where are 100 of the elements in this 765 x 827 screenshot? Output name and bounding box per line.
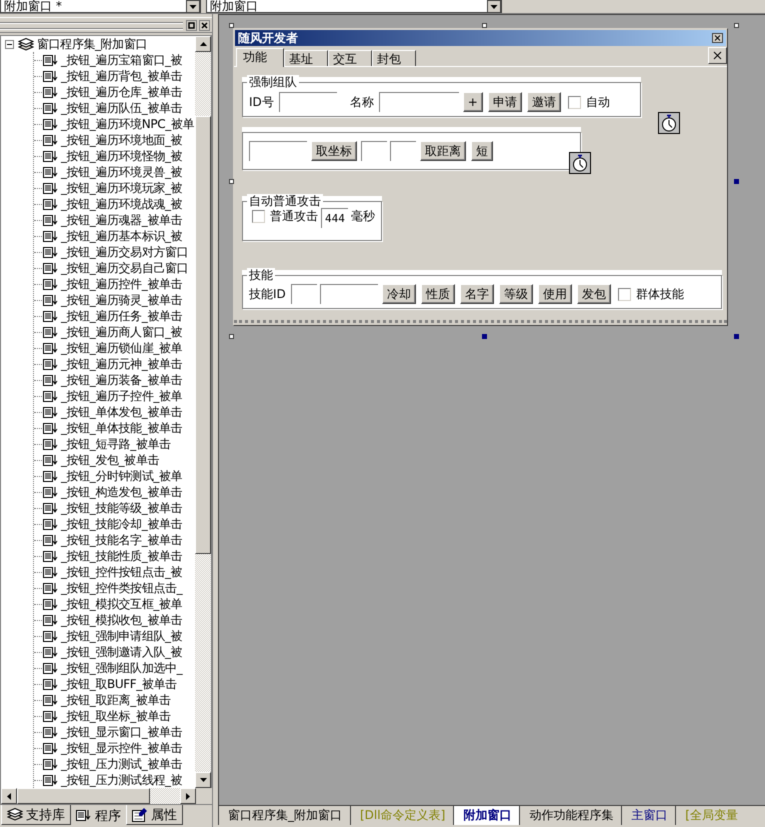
close-button[interactable] — [708, 47, 727, 64]
collapse-icon[interactable] — [5, 40, 14, 48]
tree-item[interactable]: _按钮_遍历骑灵_被单击 — [61, 292, 182, 308]
tree-item[interactable]: _按钮_单体发包_被单击 — [61, 404, 182, 420]
tree-item[interactable]: _按钮_遍历仓库_被单击 — [61, 84, 182, 100]
tree-item[interactable]: _按钮_遍历环境NPC_被单 — [61, 116, 194, 132]
button[interactable]: 发包 — [576, 284, 611, 304]
tree-item[interactable]: _按钮_技能性质_被单击 — [61, 548, 182, 564]
button[interactable]: 邀请 — [526, 92, 561, 112]
tree-item[interactable]: _按钮_压力测试线程_被 — [61, 772, 182, 788]
tree-item[interactable]: _按钮_模拟收包_被单击 — [61, 612, 182, 628]
tab[interactable]: 功能 — [236, 48, 284, 67]
dropdown-icon[interactable] — [487, 0, 501, 12]
tree-item[interactable]: _按钮_遍历魂器_被单击 — [61, 212, 182, 228]
tree-item[interactable]: _按钮_强制邀请入队_被 — [61, 644, 182, 660]
button[interactable]: 短 — [471, 141, 493, 161]
tree-item[interactable]: _按钮_控件类按钮点击_ — [61, 580, 182, 596]
resize-handle[interactable] — [229, 23, 234, 28]
checkbox[interactable] — [568, 96, 581, 108]
tree-item[interactable]: _按钮_压力测试_被单击 — [61, 756, 182, 772]
button[interactable]: 名字 — [460, 284, 494, 304]
resize-handle[interactable] — [482, 334, 487, 339]
button[interactable]: 使用 — [538, 284, 572, 304]
tree-item[interactable]: _按钮_遍历控件_被单击 — [61, 276, 182, 292]
scroll-down-button[interactable] — [195, 772, 211, 788]
window-combo[interactable]: 附加窗口 — [206, 0, 502, 13]
tree-item[interactable]: _按钮_遍历环境灵兽_被 — [61, 164, 182, 180]
scroll-left-button[interactable] — [1, 788, 17, 804]
editor-tab[interactable]: 附加窗口 — [453, 806, 520, 825]
close-icon[interactable] — [712, 33, 723, 43]
tree-item[interactable]: _按钮_遍历锁仙崖_被单 — [61, 340, 182, 356]
horizontal-scrollbar[interactable] — [0, 788, 196, 804]
scroll-right-button[interactable] — [180, 788, 196, 804]
resize-handle[interactable] — [229, 179, 234, 184]
tree-item[interactable]: _按钮_遍历元神_被单击 — [61, 356, 182, 372]
scroll-thumb[interactable] — [195, 116, 211, 554]
button[interactable]: 取坐标 — [311, 141, 357, 161]
tree-item[interactable]: _按钮_单体技能_被单击 — [61, 420, 182, 436]
resize-handle[interactable] — [734, 23, 739, 28]
tab[interactable]: 基址 — [284, 50, 328, 66]
tree-item[interactable]: _按钮_遍历队伍_被单击 — [61, 100, 182, 116]
vertical-scrollbar[interactable] — [195, 36, 211, 788]
tree-item[interactable]: 窗口程序集_附加窗口 — [37, 36, 148, 52]
tree-item[interactable]: _按钮_遍历环境战魂_被 — [61, 196, 182, 212]
tree-item[interactable]: _按钮_遍历环境地面_被 — [61, 132, 182, 148]
editor-tab[interactable]: 动作功能程序集 — [519, 806, 622, 825]
tree-item[interactable]: _按钮_遍历环境怪物_被 — [61, 148, 182, 164]
window-combo[interactable]: 附加窗口 * — [0, 0, 201, 13]
tree-item[interactable]: _按钮_发包_被单击 — [61, 452, 160, 468]
tree-item[interactable]: _按钮_遍历基本标识_被 — [61, 228, 182, 244]
tree-item[interactable]: _按钮_取距离_被单击 — [61, 692, 171, 708]
button[interactable]: 等级 — [498, 284, 533, 304]
checkbox[interactable] — [618, 288, 631, 300]
scroll-thumb[interactable] — [17, 788, 150, 804]
tree-item[interactable]: _按钮_取BUFF_被单击 — [61, 676, 177, 692]
tree-item[interactable]: _按钮_模拟交互框_被单 — [61, 596, 182, 612]
tree-item[interactable]: _按钮_短寻路_被单击 — [61, 436, 171, 452]
resize-handle[interactable] — [734, 334, 739, 339]
tree-item[interactable]: _按钮_取坐标_被单击 — [61, 708, 171, 724]
tab[interactable]: 封包 — [372, 50, 416, 66]
tab[interactable]: 交互 — [328, 50, 372, 66]
button[interactable]: 冷却 — [382, 284, 416, 304]
button[interactable]: 取距离 — [420, 141, 466, 161]
tree-item[interactable]: _按钮_技能等级_被单击 — [61, 500, 182, 516]
button[interactable]: 申请 — [488, 92, 522, 112]
button[interactable]: 性质 — [420, 284, 455, 304]
input-field[interactable] — [361, 141, 387, 161]
tree-item[interactable]: _按钮_遍历背包_被单击 — [61, 68, 182, 84]
tree-item[interactable]: _按钮_技能名字_被单击 — [61, 532, 182, 548]
tree-item[interactable]: _按钮_显示控件_被单击 — [61, 740, 182, 756]
input-field[interactable]: 444 — [321, 208, 348, 228]
tree-item[interactable]: _按钮_技能冷却_被单击 — [61, 516, 182, 532]
scroll-up-button[interactable] — [195, 36, 211, 52]
panel-tab[interactable]: 支持库 — [1, 805, 71, 825]
tree-item[interactable]: _按钮_遍历宝箱窗口_被 — [61, 52, 182, 68]
tree-item[interactable]: _按钮_遍历交易对方窗口 — [61, 244, 188, 260]
tree-item[interactable]: _按钮_强制申请组队_被 — [61, 628, 182, 644]
tree-item[interactable]: _按钮_遍历子控件_被单 — [61, 388, 182, 404]
tree-item[interactable]: _按钮_遍历装备_被单击 — [61, 372, 182, 388]
restore-icon[interactable] — [186, 20, 197, 30]
tree-item[interactable]: _按钮_遍历商人窗口_被 — [61, 324, 182, 340]
tree-item[interactable]: _按钮_构造发包_被单击 — [61, 484, 182, 500]
button[interactable]: + — [462, 92, 483, 112]
editor-tab[interactable]: 主窗口 — [621, 806, 676, 825]
tree-item[interactable]: _按钮_遍历环境玩家_被 — [61, 180, 182, 196]
tree-item[interactable]: _按钮_强制组队加选中_ — [61, 660, 182, 676]
resize-handle[interactable] — [482, 23, 487, 28]
checkbox[interactable] — [252, 210, 265, 223]
resize-handle[interactable] — [734, 179, 739, 184]
tree-item[interactable]: _按钮_分时钟测试_被单 — [61, 468, 182, 484]
editor-tab[interactable]: 窗口程序集_附加窗口 — [218, 806, 350, 825]
input-field[interactable] — [290, 284, 317, 304]
close-icon[interactable] — [199, 20, 210, 30]
tree-item[interactable]: _按钮_控件按钮点击_被 — [61, 564, 182, 580]
resize-handle[interactable] — [229, 334, 234, 339]
dropdown-icon[interactable] — [186, 0, 200, 12]
tree-item[interactable]: _按钮_遍历交易自己窗口 — [61, 260, 188, 276]
panel-tab[interactable]: 属性 — [126, 805, 183, 825]
tree-item[interactable]: _按钮_显示窗口_被单击 — [61, 724, 182, 740]
tree-item[interactable]: _按钮_遍历任务_被单击 — [61, 308, 182, 324]
